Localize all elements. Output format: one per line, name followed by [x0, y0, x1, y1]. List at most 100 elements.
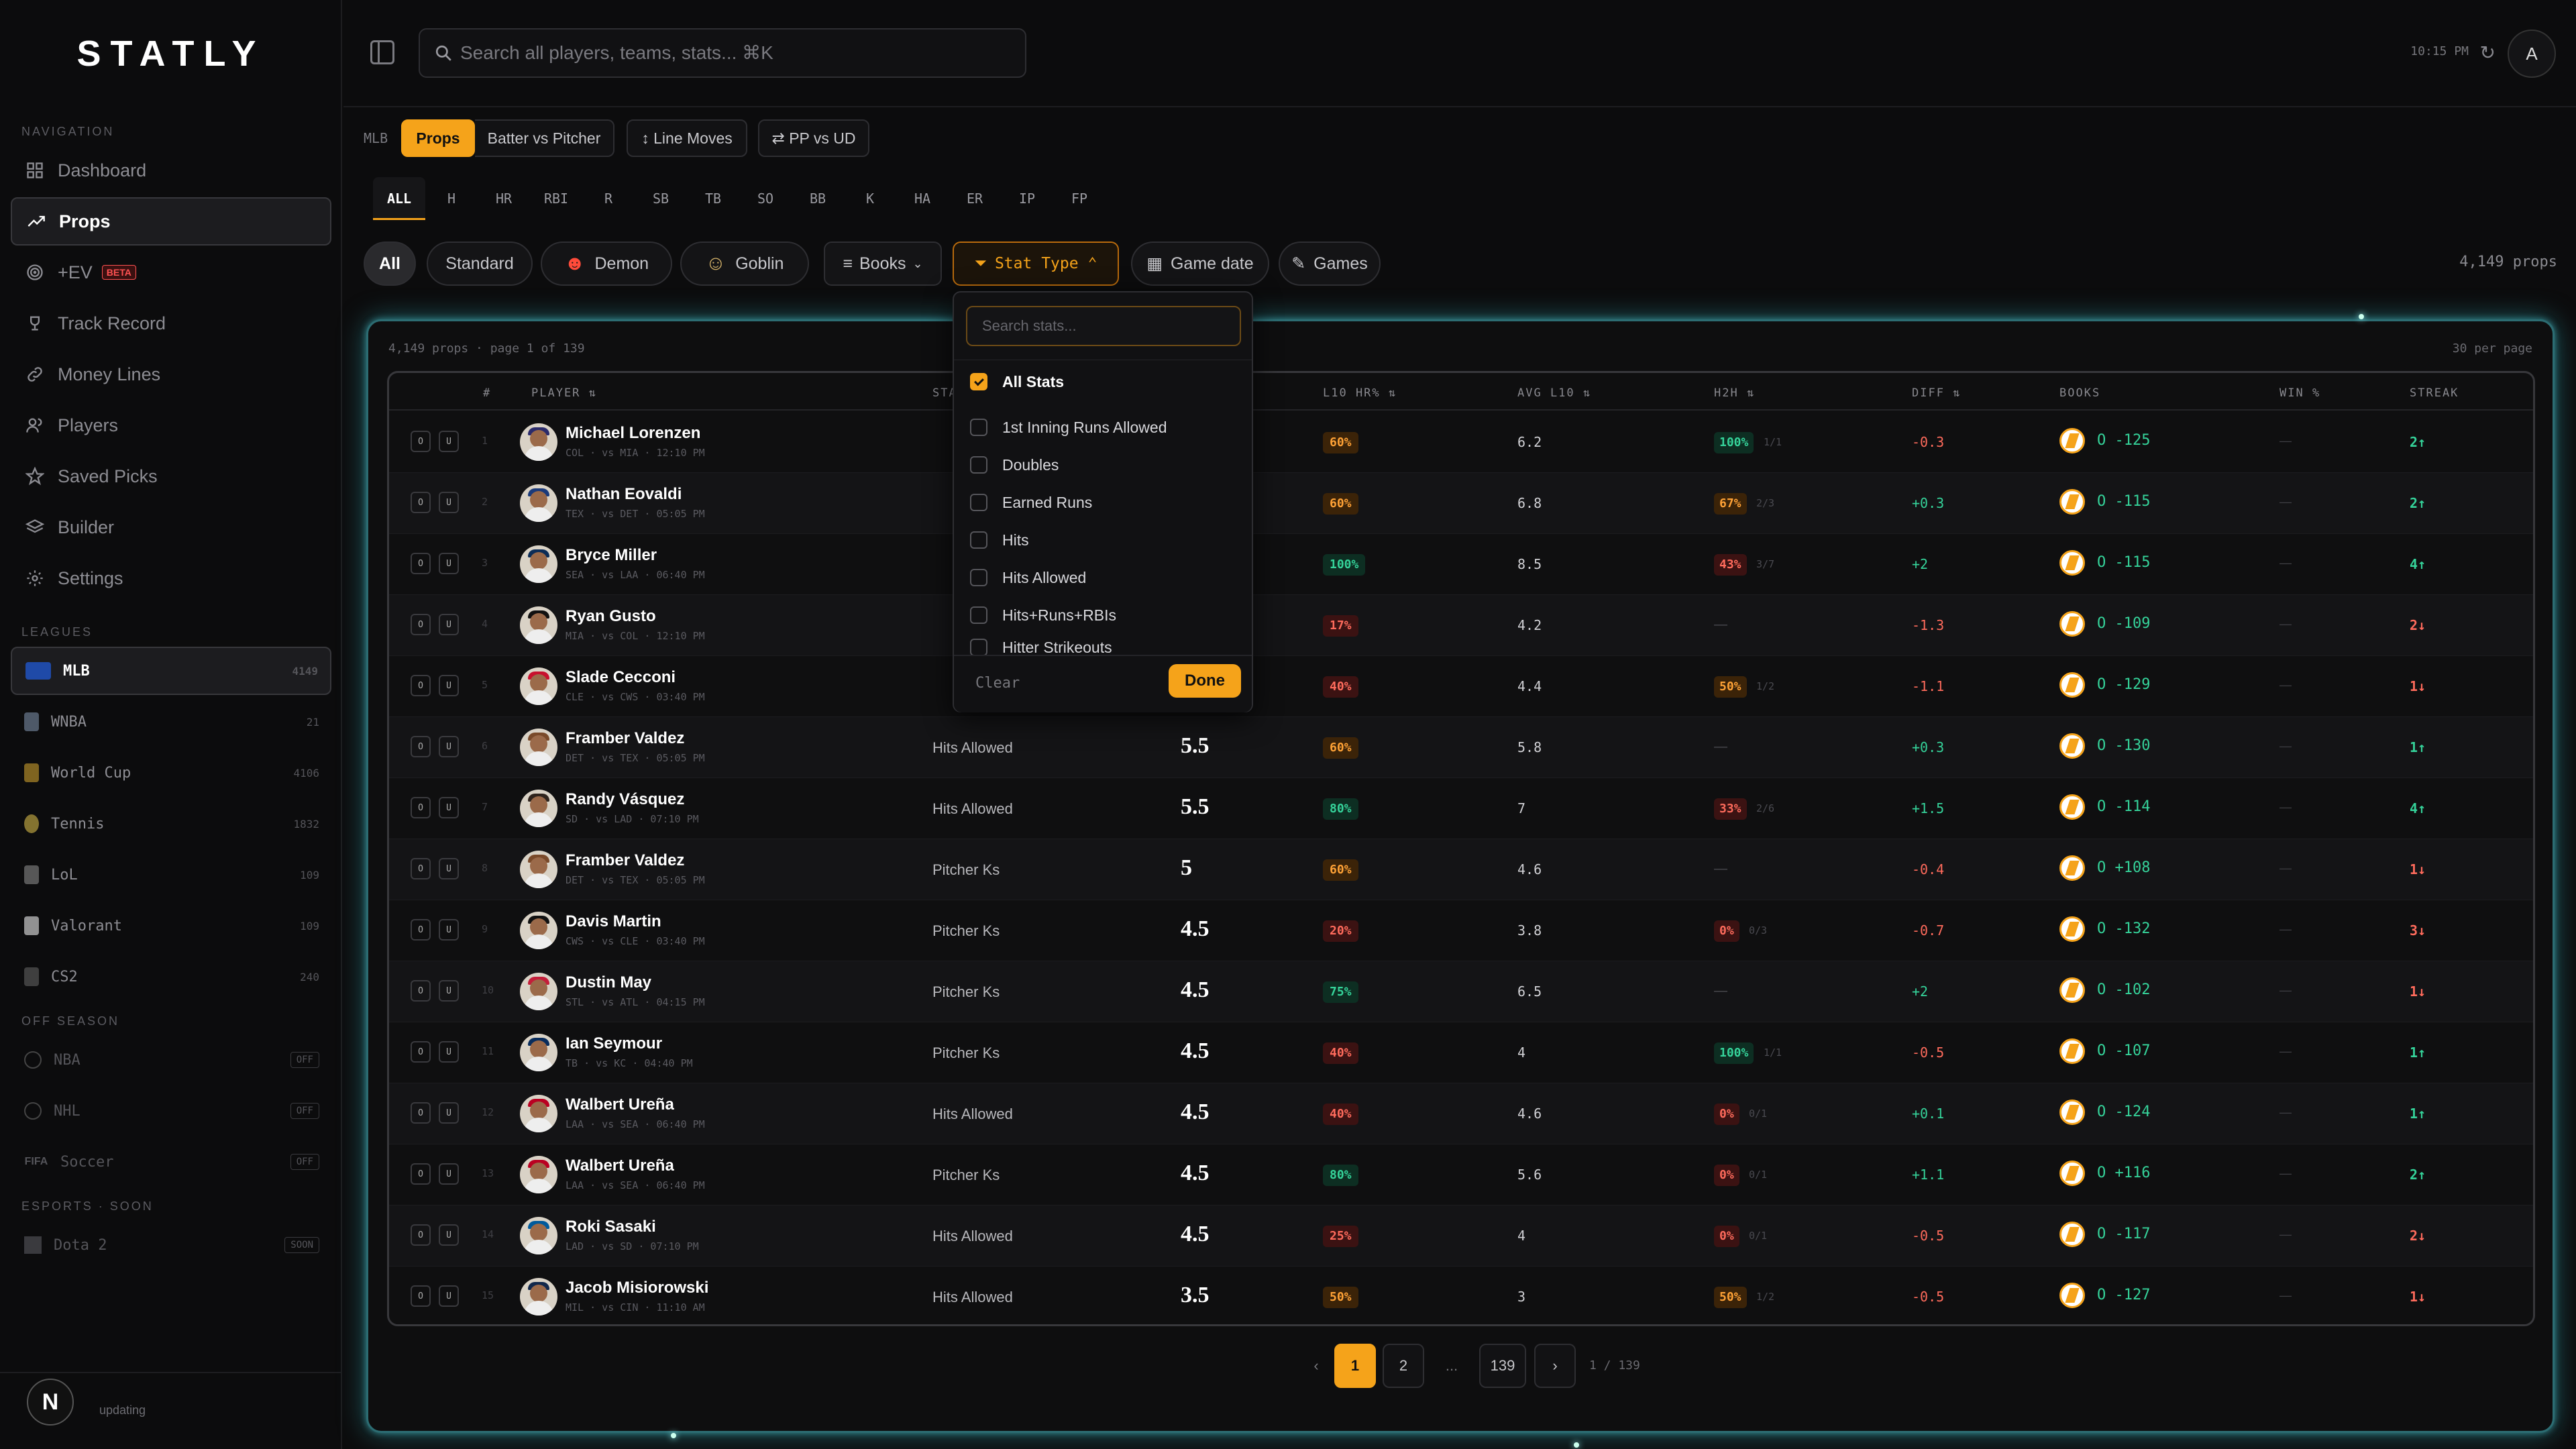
- tab-rbi[interactable]: RBI: [530, 177, 582, 220]
- clear-button[interactable]: Clear: [975, 675, 1020, 692]
- filter-all[interactable]: All: [364, 241, 416, 286]
- global-search[interactable]: [419, 28, 1026, 78]
- under-button[interactable]: U: [439, 980, 459, 1002]
- player-name[interactable]: Roki Sasaki: [566, 1218, 656, 1236]
- sidebar-item-builder[interactable]: Builder: [11, 503, 331, 551]
- checkbox[interactable]: [970, 456, 987, 474]
- under-button[interactable]: U: [439, 736, 459, 757]
- col-l10-hr[interactable]: L10 HR% ⇅: [1323, 386, 1397, 400]
- table-row[interactable]: O U 12 Walbert Ureña LAA · vs SEA · 06:40 PM…: [389, 1083, 2533, 1144]
- under-button[interactable]: U: [439, 1224, 459, 1246]
- stat-type-dropdown[interactable]: ⏷ Stat Type ⌃: [953, 241, 1119, 286]
- filter-goblin[interactable]: ☺ Goblin: [680, 241, 809, 286]
- search-input[interactable]: [460, 42, 1025, 64]
- mode-props[interactable]: Props: [401, 119, 475, 157]
- under-button[interactable]: U: [439, 858, 459, 879]
- player-name[interactable]: Ian Seymour: [566, 1034, 662, 1053]
- next-page-icon[interactable]: ›: [1534, 1344, 1576, 1388]
- mode-pp-vs-ud[interactable]: ⇄ PP vs UD: [758, 119, 869, 157]
- player-name[interactable]: Slade Cecconi: [566, 668, 676, 687]
- tab-ip[interactable]: IP: [1001, 177, 1053, 220]
- tab-sb[interactable]: SB: [635, 177, 687, 220]
- sidebar-item-track-record[interactable]: Track Record: [11, 299, 331, 347]
- over-button[interactable]: O: [411, 1224, 431, 1246]
- statly-logo[interactable]: STATLY: [0, 0, 342, 107]
- stat-option[interactable]: All Stats: [970, 365, 1064, 398]
- col-avg-l10[interactable]: AVG L10 ⇅: [1517, 386, 1591, 400]
- mode-line-moves[interactable]: ↕ Line Moves: [627, 119, 747, 157]
- over-button[interactable]: O: [411, 553, 431, 574]
- tab-tb[interactable]: TB: [687, 177, 739, 220]
- sidebar-toggle-icon[interactable]: [370, 40, 394, 64]
- table-row[interactable]: O U 7 Randy Vásquez SD · vs LAD · 07:10 PM Hi…: [389, 778, 2533, 839]
- mode-batter-vs-pitcher[interactable]: Batter vs Pitcher: [475, 119, 614, 157]
- book-odds[interactable]: O -125: [2097, 432, 2150, 449]
- under-button[interactable]: U: [439, 492, 459, 513]
- player-name[interactable]: Ryan Gusto: [566, 607, 656, 626]
- checkbox[interactable]: [970, 639, 987, 656]
- book-odds[interactable]: O -117: [2097, 1226, 2150, 1242]
- done-button[interactable]: Done: [1169, 664, 1241, 698]
- under-button[interactable]: U: [439, 614, 459, 635]
- col-h2h[interactable]: H2H ⇅: [1714, 386, 1755, 400]
- league-soccer[interactable]: FIFA Soccer OFF: [11, 1138, 331, 1186]
- tab-so[interactable]: SO: [739, 177, 792, 220]
- page-2[interactable]: 2: [1383, 1344, 1424, 1388]
- player-name[interactable]: Walbert Ureña: [566, 1157, 674, 1175]
- table-row[interactable]: OU5Slade CecconiCLE · vs CWS · 03:40 PMH…: [389, 656, 2533, 717]
- under-button[interactable]: U: [439, 1041, 459, 1063]
- table-row[interactable]: O U 13 Walbert Ureña LAA · vs SEA · 06:40 PM…: [389, 1144, 2533, 1205]
- league-lol[interactable]: LoL 109: [11, 851, 331, 899]
- filter-standard[interactable]: Standard: [427, 241, 533, 286]
- tab-all[interactable]: ALL: [373, 177, 425, 220]
- col-player[interactable]: PLAYER ⇅: [531, 386, 597, 400]
- filter-demon[interactable]: ☻ Demon: [541, 241, 672, 286]
- book-odds[interactable]: O -124: [2097, 1104, 2150, 1120]
- player-name[interactable]: Bryce Miller: [566, 546, 657, 565]
- stat-option[interactable]: Doubles: [970, 448, 1059, 482]
- footer-avatar[interactable]: N: [27, 1379, 74, 1426]
- book-odds[interactable]: O -130: [2097, 737, 2150, 754]
- sidebar-item-props[interactable]: Props: [11, 197, 331, 246]
- league-wnba[interactable]: WNBA 21: [11, 698, 331, 746]
- sidebar-item-dashboard[interactable]: Dashboard: [11, 146, 331, 195]
- league-valorant[interactable]: Valorant 109: [11, 902, 331, 950]
- player-name[interactable]: Framber Valdez: [566, 851, 684, 870]
- stat-option[interactable]: Hits: [970, 523, 1029, 557]
- table-row[interactable]: OU3Bryce MillerSEA · vs LAA · 06:40 PMPi…: [389, 534, 2533, 595]
- over-button[interactable]: O: [411, 675, 431, 696]
- league-dota-2[interactable]: Dota 2 SOON: [11, 1221, 331, 1269]
- stat-option[interactable]: Hits Allowed: [970, 561, 1086, 594]
- book-odds[interactable]: O -107: [2097, 1042, 2150, 1059]
- player-name[interactable]: Dustin May: [566, 973, 651, 992]
- over-button[interactable]: O: [411, 431, 431, 452]
- games-filter[interactable]: ✎ Games: [1279, 241, 1381, 286]
- checkbox[interactable]: [970, 569, 987, 586]
- over-button[interactable]: O: [411, 858, 431, 879]
- stat-option[interactable]: 1st Inning Runs Allowed: [970, 411, 1167, 444]
- under-button[interactable]: U: [439, 1285, 459, 1307]
- under-button[interactable]: U: [439, 553, 459, 574]
- under-button[interactable]: U: [439, 431, 459, 452]
- book-odds[interactable]: O +116: [2097, 1165, 2150, 1181]
- tab-fp[interactable]: FP: [1053, 177, 1106, 220]
- over-button[interactable]: O: [411, 1041, 431, 1063]
- tab-r[interactable]: R: [582, 177, 635, 220]
- book-odds[interactable]: O -109: [2097, 615, 2150, 632]
- under-button[interactable]: U: [439, 919, 459, 941]
- stat-option[interactable]: Hitter Strikeouts: [970, 636, 1112, 656]
- over-button[interactable]: O: [411, 1102, 431, 1124]
- table-row[interactable]: O U 10 Dustin May STL · vs ATL · 04:15 PM Pit…: [389, 961, 2533, 1022]
- over-button[interactable]: O: [411, 492, 431, 513]
- table-row[interactable]: O U 6 Framber Valdez DET · vs TEX · 05:05 PM…: [389, 717, 2533, 778]
- page-139[interactable]: 139: [1479, 1344, 1526, 1388]
- sidebar-item-players[interactable]: Players: [11, 401, 331, 449]
- over-button[interactable]: O: [411, 980, 431, 1002]
- under-button[interactable]: U: [439, 675, 459, 696]
- checkbox[interactable]: [970, 419, 987, 436]
- tab-ha[interactable]: HA: [896, 177, 949, 220]
- tab-h[interactable]: H: [425, 177, 478, 220]
- under-button[interactable]: U: [439, 1102, 459, 1124]
- per-page[interactable]: 30 per page: [2453, 341, 2532, 356]
- table-row[interactable]: O U 14 Roki Sasaki LAD · vs SD · 07:10 PM Hit…: [389, 1205, 2533, 1267]
